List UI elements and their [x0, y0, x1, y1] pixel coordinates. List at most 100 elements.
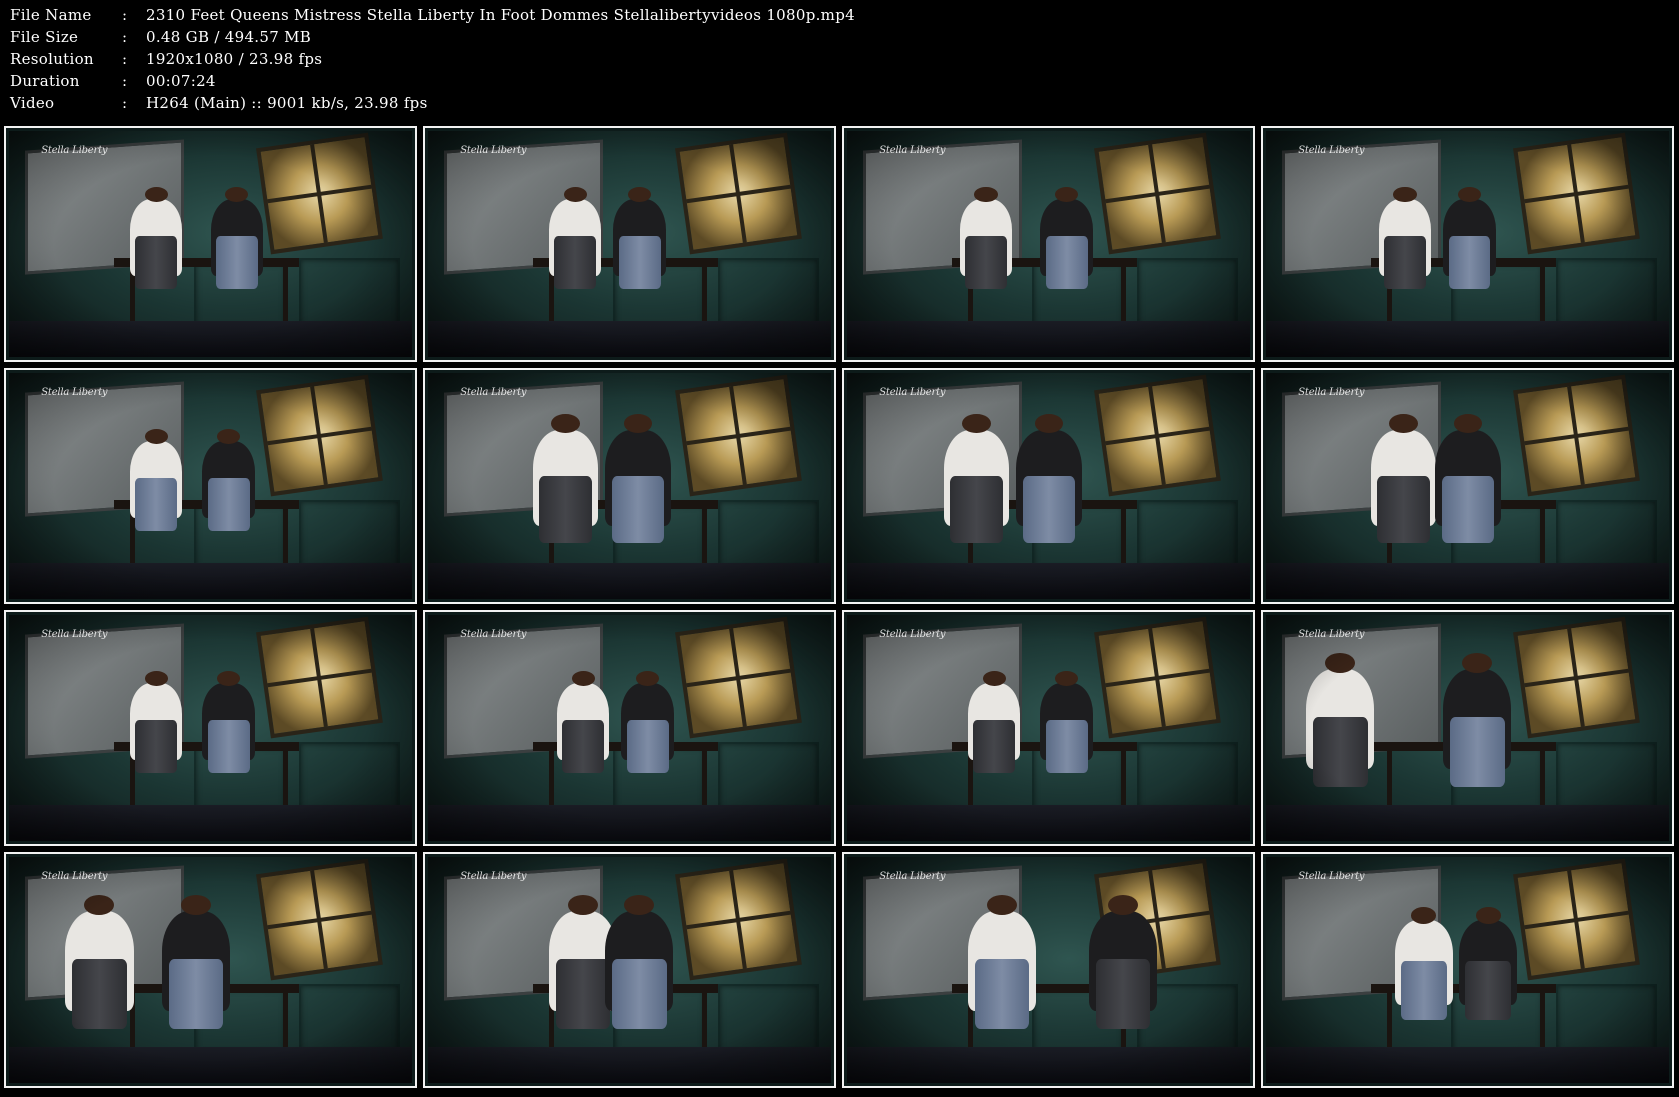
info-value-file-name: 2310 Feet Queens Mistress Stella Liberty…	[146, 6, 855, 24]
person-figure	[129, 186, 183, 290]
video-thumbnail: Stella Liberty	[4, 610, 417, 846]
floor	[9, 804, 412, 841]
person-figure	[613, 186, 666, 290]
watermark-logo: Stella Liberty	[41, 628, 108, 640]
watermark-logo: Stella Liberty	[1298, 870, 1365, 882]
ornate-mirror	[674, 858, 802, 981]
ornate-mirror	[1093, 616, 1221, 739]
person-figure	[1016, 414, 1082, 543]
person-figure	[1370, 414, 1437, 543]
thumbnail-frame-image: Stella Liberty	[9, 373, 412, 599]
person-figure	[210, 186, 263, 290]
thumbnail-frame-image: Stella Liberty	[9, 131, 412, 357]
thumbnail-frame-image: Stella Liberty	[1266, 131, 1669, 357]
ornate-mirror	[1512, 132, 1640, 255]
info-value-resolution: 1920x1080 / 23.98 fps	[146, 50, 323, 68]
person-figure	[1435, 414, 1501, 543]
watermark-logo: Stella Liberty	[41, 386, 108, 398]
person-figure	[1459, 906, 1518, 1020]
info-row-file-name: File Name : 2310 Feet Queens Mistress St…	[10, 4, 1660, 26]
floor	[428, 562, 831, 599]
thumbnail-frame-image: Stella Liberty	[9, 857, 412, 1083]
info-colon: :	[122, 50, 128, 68]
info-colon: :	[122, 28, 128, 46]
watermark-logo: Stella Liberty	[879, 870, 946, 882]
ornate-mirror	[1093, 132, 1221, 255]
thumbnail-frame-image: Stella Liberty	[1266, 373, 1669, 599]
video-thumbnail: Stella Liberty	[1261, 126, 1674, 362]
video-thumbnail: Stella Liberty	[842, 126, 1255, 362]
ornate-mirror	[674, 132, 802, 255]
ornate-mirror	[1512, 374, 1640, 497]
floor	[9, 1046, 412, 1083]
floor	[847, 1046, 1250, 1083]
floor	[428, 804, 831, 841]
person-figure	[1040, 670, 1093, 774]
watermark-logo: Stella Liberty	[879, 144, 946, 156]
info-label: Resolution	[10, 50, 94, 68]
file-info-header: File Name : 2310 Feet Queens Mistress St…	[10, 4, 1660, 114]
video-thumbnail: Stella Liberty	[423, 368, 836, 604]
thumbnail-frame-image: Stella Liberty	[428, 131, 831, 357]
person-figure	[1394, 906, 1453, 1020]
thumbnail-frame-image: Stella Liberty	[847, 615, 1250, 841]
info-label: File Size	[10, 28, 79, 46]
info-value-file-size: 0.48 GB / 494.57 MB	[146, 28, 312, 46]
thumbnail-frame-image: Stella Liberty	[1266, 615, 1669, 841]
thumbnail-frame-image: Stella Liberty	[847, 131, 1250, 357]
person-figure	[65, 895, 134, 1030]
floor	[9, 562, 412, 599]
ornate-mirror	[255, 374, 383, 497]
person-figure	[967, 670, 1021, 774]
watermark-logo: Stella Liberty	[41, 144, 108, 156]
ornate-mirror	[674, 374, 802, 497]
person-figure	[202, 428, 255, 532]
floor	[1266, 1046, 1669, 1083]
watermark-logo: Stella Liberty	[1298, 144, 1365, 156]
thumbnail-frame-image: Stella Liberty	[428, 615, 831, 841]
video-thumbnail: Stella Liberty	[842, 610, 1255, 846]
ornate-mirror	[255, 616, 383, 739]
person-figure	[129, 428, 183, 532]
floor	[847, 804, 1250, 841]
watermark-logo: Stella Liberty	[1298, 386, 1365, 398]
floor	[428, 320, 831, 357]
video-thumbnail: Stella Liberty	[842, 368, 1255, 604]
thumbnail-frame-image: Stella Liberty	[847, 857, 1250, 1083]
person-figure	[1443, 653, 1512, 788]
floor	[1266, 320, 1669, 357]
person-figure	[1040, 186, 1093, 290]
video-thumbnail: Stella Liberty	[423, 126, 836, 362]
person-figure	[1378, 186, 1432, 290]
floor	[428, 1046, 831, 1083]
info-label: Video	[10, 94, 55, 112]
thumbnail-frame-image: Stella Liberty	[1266, 857, 1669, 1083]
person-figure	[605, 895, 674, 1030]
person-figure	[1306, 653, 1375, 788]
watermark-logo: Stella Liberty	[879, 386, 946, 398]
watermark-logo: Stella Liberty	[41, 870, 108, 882]
floor	[1266, 562, 1669, 599]
floor	[847, 562, 1250, 599]
person-figure	[202, 670, 255, 774]
ornate-mirror	[255, 132, 383, 255]
video-thumbnail: Stella Liberty	[4, 368, 417, 604]
person-figure	[548, 186, 602, 290]
person-figure	[943, 414, 1010, 543]
video-thumbnail: Stella Liberty	[423, 610, 836, 846]
person-figure	[967, 895, 1036, 1030]
watermark-logo: Stella Liberty	[1298, 628, 1365, 640]
ornate-mirror	[1512, 858, 1640, 981]
person-figure	[1443, 186, 1496, 290]
person-figure	[162, 895, 231, 1030]
thumbnail-frame-image: Stella Liberty	[428, 373, 831, 599]
info-row-video: Video : H264 (Main) :: 9001 kb/s, 23.98 …	[10, 92, 1660, 114]
thumbnail-frame-image: Stella Liberty	[428, 857, 831, 1083]
floor	[1266, 804, 1669, 841]
floor	[9, 320, 412, 357]
video-thumbnail: Stella Liberty	[4, 852, 417, 1088]
info-value-video: H264 (Main) :: 9001 kb/s, 23.98 fps	[146, 94, 428, 112]
watermark-logo: Stella Liberty	[460, 144, 527, 156]
video-thumbnail: Stella Liberty	[423, 852, 836, 1088]
info-colon: :	[122, 94, 128, 112]
